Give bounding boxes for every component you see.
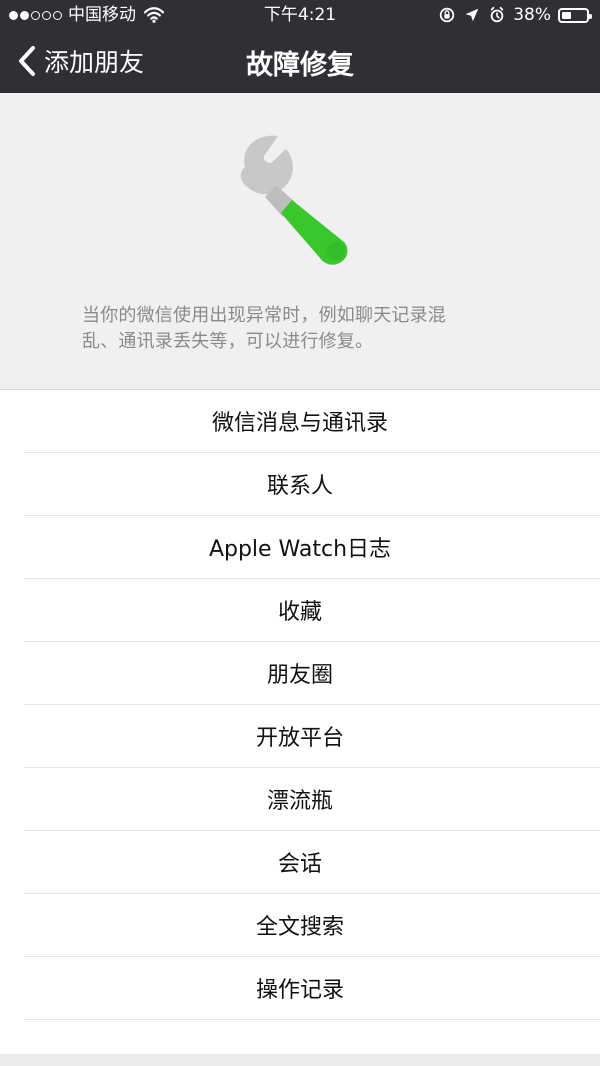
orientation-lock-icon <box>440 7 455 23</box>
repair-option-apple-watch-log[interactable]: Apple Watch日志 <box>24 516 600 579</box>
location-arrow-icon <box>465 8 479 22</box>
repair-option-contacts[interactable]: 联系人 <box>24 453 600 516</box>
wrench-icon <box>240 135 348 265</box>
battery-icon <box>558 7 592 23</box>
repair-option-open-platform[interactable]: 开放平台 <box>24 705 600 768</box>
repair-option-moments[interactable]: 朋友圈 <box>24 642 600 705</box>
bottom-scroll-edge <box>0 1054 600 1066</box>
alarm-icon <box>490 6 504 23</box>
status-right: 38% <box>438 0 592 30</box>
repair-option-operation-records[interactable]: 操作记录 <box>24 957 600 1020</box>
navigation-bar: 添加朋友 故障修复 <box>0 35 600 87</box>
repair-option-full-text-search[interactable]: 全文搜索 <box>24 894 600 957</box>
page-title: 故障修复 <box>246 50 354 81</box>
top-bar: 中国移动 下午4:21 38% 添加朋友 故障修复 <box>0 0 600 93</box>
repair-intro: 当你的微信使用出现异常时，例如聊天记录混 乱、通讯录丢失等，可以进行修复。 <box>0 93 600 390</box>
description-line-2: 乱、通讯录丢失等，可以进行修复。 <box>82 331 374 352</box>
repair-description: 当你的微信使用出现异常时，例如聊天记录混 乱、通讯录丢失等，可以进行修复。 <box>82 303 520 355</box>
repair-screen: 中国移动 下午4:21 38% 添加朋友 故障修复 当你的微信使用出现异常时，例… <box>0 0 600 1066</box>
repair-option-drift-bottle[interactable]: 漂流瓶 <box>24 768 600 831</box>
description-line-1: 当你的微信使用出现异常时，例如聊天记录混 <box>82 305 446 326</box>
repair-options-list: 微信消息与通讯录 联系人 Apple Watch日志 收藏 朋友圈 开放平台 漂… <box>0 390 600 1066</box>
repair-option-chats[interactable]: 会话 <box>24 831 600 894</box>
status-bar: 中国移动 下午4:21 38% <box>0 0 600 30</box>
repair-option-messages-contacts[interactable]: 微信消息与通讯录 <box>24 390 600 453</box>
repair-option-favorites[interactable]: 收藏 <box>24 579 600 642</box>
battery-percentage: 38% <box>513 5 551 25</box>
battery-fill <box>562 11 571 19</box>
